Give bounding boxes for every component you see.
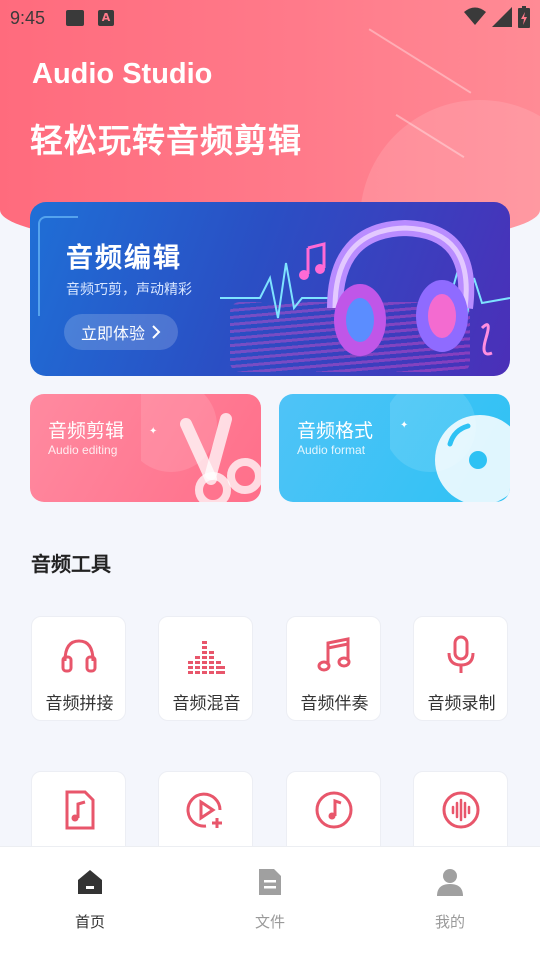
try-now-label: 立即体验 bbox=[80, 324, 145, 343]
app-slogan: 轻松玩转音频剪辑 bbox=[30, 121, 302, 160]
nav-label: 首页 bbox=[74, 913, 105, 931]
card-subtitle: Audio editing bbox=[48, 443, 118, 457]
nav-item-profile[interactable]: 我的 bbox=[400, 867, 500, 932]
app-title: Audio Studio bbox=[32, 58, 213, 90]
banner-subtitle: 音频巧剪，声动精彩 bbox=[66, 282, 192, 298]
audio-format-card[interactable]: 音频格式 Audio format ✦ bbox=[279, 394, 510, 502]
signal-icon bbox=[492, 7, 512, 27]
card-title: 音频剪辑 bbox=[48, 420, 125, 442]
tool-audio-record[interactable]: 音频录制 bbox=[413, 616, 508, 721]
gallery-notification-icon bbox=[66, 10, 84, 26]
card-title: 音频格式 bbox=[297, 420, 374, 442]
tool-audio-splice[interactable]: 音频拼接 bbox=[31, 616, 126, 721]
headphones-icon bbox=[61, 639, 97, 673]
tool-label: 音频混音 bbox=[172, 694, 241, 714]
status-icons bbox=[464, 6, 530, 28]
status-time: 9:45 bbox=[10, 8, 46, 28]
tools-section-title: 音频工具 bbox=[31, 552, 111, 576]
nav-label: 文件 bbox=[254, 913, 285, 931]
nav-item-home[interactable]: 首页 bbox=[40, 867, 140, 932]
try-now-button[interactable]: 立即体验 bbox=[64, 314, 178, 350]
equalizer-icon bbox=[188, 641, 225, 674]
disc-icon: ✦ bbox=[390, 394, 510, 502]
tool-label: 音频伴奏 bbox=[300, 694, 369, 714]
nav-item-files[interactable]: 文件 bbox=[220, 867, 320, 932]
home-icon bbox=[78, 870, 102, 894]
scissors-icon: ✦ ✦ bbox=[141, 394, 261, 502]
status-bar: 9:45 A bbox=[0, 0, 540, 36]
audio-edit-banner[interactable]: 音频编辑 音频巧剪，声动精彩 立即体验 bbox=[30, 202, 510, 376]
svg-text:✦: ✦ bbox=[149, 426, 157, 437]
tool-label: 音频拼接 bbox=[45, 694, 114, 714]
decorative-line bbox=[368, 28, 472, 94]
bottom-navigation: 首页 文件 我的 bbox=[0, 846, 540, 960]
music-disc-icon bbox=[315, 791, 353, 829]
tool-audio-accompaniment[interactable]: 音频伴奏 bbox=[286, 616, 381, 721]
chevron-right-icon bbox=[152, 325, 161, 339]
app-notification-icon: A bbox=[98, 10, 114, 26]
wifi-icon bbox=[464, 7, 486, 25]
headphones-illustration bbox=[220, 219, 510, 356]
user-icon bbox=[437, 869, 463, 896]
audio-file-icon bbox=[65, 790, 95, 830]
svg-text:✦: ✦ bbox=[400, 420, 408, 431]
video-add-icon bbox=[186, 792, 222, 828]
nav-label: 我的 bbox=[434, 913, 465, 931]
card-subtitle: Audio format bbox=[297, 443, 366, 457]
tool-label: 音频录制 bbox=[427, 694, 496, 714]
music-note-icon bbox=[317, 637, 351, 672]
microphone-icon bbox=[447, 635, 475, 673]
audio-editing-card[interactable]: 音频剪辑 Audio editing ✦ ✦ bbox=[30, 394, 261, 502]
tool-audio-mix[interactable]: 音频混音 bbox=[158, 616, 253, 721]
sound-wave-icon bbox=[442, 791, 480, 829]
battery-icon bbox=[518, 6, 530, 28]
file-icon bbox=[259, 869, 281, 895]
banner-title: 音频编辑 bbox=[66, 243, 182, 274]
